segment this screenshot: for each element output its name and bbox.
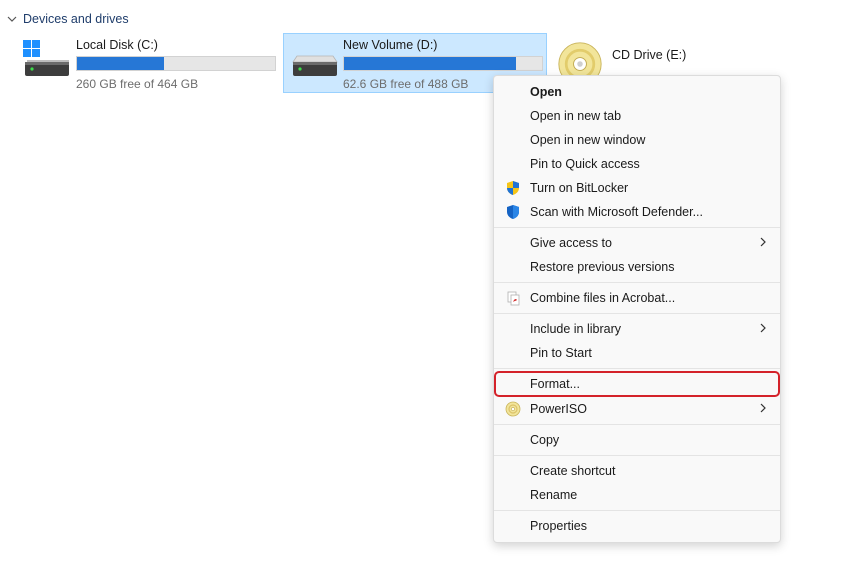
chevron-right-icon — [760, 403, 766, 413]
menu-item-label: Combine files in Acrobat... — [530, 291, 676, 305]
menu-item-give-access-to[interactable]: Give access to — [498, 232, 776, 254]
menu-item-open[interactable]: Open — [498, 81, 776, 103]
drive-usage-bar — [76, 56, 276, 71]
menu-item-label: Give access to — [530, 236, 612, 250]
hard-drive-icon — [292, 55, 338, 76]
menu-item-label: Include in library — [530, 322, 622, 336]
menu-item-label: Create shortcut — [530, 464, 616, 478]
menu-item-label: Pin to Start — [530, 346, 592, 360]
bitlocker-shield-icon — [507, 181, 519, 195]
windows-drive-icon — [23, 40, 69, 76]
menu-item-label: Open — [530, 85, 562, 99]
menu-item-open-in-new-window[interactable]: Open in new window — [498, 129, 776, 151]
menu-separator — [494, 313, 780, 314]
menu-item-turn-on-bitlocker[interactable]: Turn on BitLocker — [498, 177, 776, 199]
defender-shield-icon — [507, 205, 519, 219]
chevron-down-icon[interactable] — [7, 14, 17, 24]
drive-usage-fill — [77, 57, 165, 70]
menu-item-label: Open in new window — [530, 133, 646, 147]
drive-free-space: 260 GB free of 464 GB — [76, 77, 199, 91]
menu-item-pin-to-start[interactable]: Pin to Start — [498, 342, 776, 364]
menu-separator — [494, 455, 780, 456]
drive-local-disk-c[interactable]: Local Disk (C:) 260 GB free of 464 GB — [12, 33, 280, 93]
chevron-right-icon — [760, 237, 766, 247]
menu-item-label: Properties — [530, 519, 587, 533]
menu-item-label: Format... — [530, 377, 581, 391]
menu-item-open-in-new-tab[interactable]: Open in new tab — [498, 105, 776, 127]
menu-item-create-shortcut[interactable]: Create shortcut — [498, 460, 776, 482]
menu-separator — [494, 510, 780, 511]
drive-free-space: 62.6 GB free of 488 GB — [343, 77, 469, 91]
menu-item-label: Scan with Microsoft Defender... — [530, 205, 703, 219]
menu-item-pin-to-quick-access[interactable]: Pin to Quick access — [498, 153, 776, 175]
menu-separator — [494, 282, 780, 283]
menu-separator — [494, 424, 780, 425]
menu-item-label: Turn on BitLocker — [530, 181, 629, 195]
menu-item-copy[interactable]: Copy — [498, 429, 776, 451]
drive-usage-bar — [343, 56, 543, 71]
menu-item-label: PowerISO — [530, 402, 587, 416]
drive-name: New Volume (D:) — [343, 38, 438, 52]
menu-item-include-in-library[interactable]: Include in library — [498, 318, 776, 340]
acrobat-icon — [507, 291, 520, 306]
menu-item-label: Pin to Quick access — [530, 157, 640, 171]
menu-item-rename[interactable]: Rename — [498, 484, 776, 506]
context-menu: Open Open in new tab Open in new window … — [493, 75, 781, 543]
menu-item-scan-with-defender[interactable]: Scan with Microsoft Defender... — [498, 201, 776, 223]
drive-usage-fill — [344, 57, 517, 70]
devices-and-drives-header[interactable]: Devices and drives — [7, 10, 129, 28]
menu-item-label: Copy — [530, 433, 560, 447]
menu-item-label: Open in new tab — [530, 109, 622, 123]
menu-item-label: Restore previous versions — [530, 260, 675, 274]
chevron-right-icon — [760, 323, 766, 333]
menu-separator — [494, 227, 780, 228]
drive-name: Local Disk (C:) — [76, 38, 158, 52]
menu-item-restore-previous-versions[interactable]: Restore previous versions — [498, 256, 776, 278]
menu-separator — [494, 368, 780, 369]
section-title: Devices and drives — [23, 12, 129, 26]
menu-item-poweriso[interactable]: PowerISO — [498, 398, 776, 420]
menu-item-label: Rename — [530, 488, 578, 502]
menu-item-format[interactable]: Format... — [494, 371, 780, 397]
menu-item-properties[interactable]: Properties — [498, 515, 776, 537]
drive-name: CD Drive (E:) — [612, 48, 687, 62]
poweriso-icon — [505, 401, 521, 417]
menu-item-combine-files-in-acrobat[interactable]: Combine files in Acrobat... — [498, 287, 776, 309]
